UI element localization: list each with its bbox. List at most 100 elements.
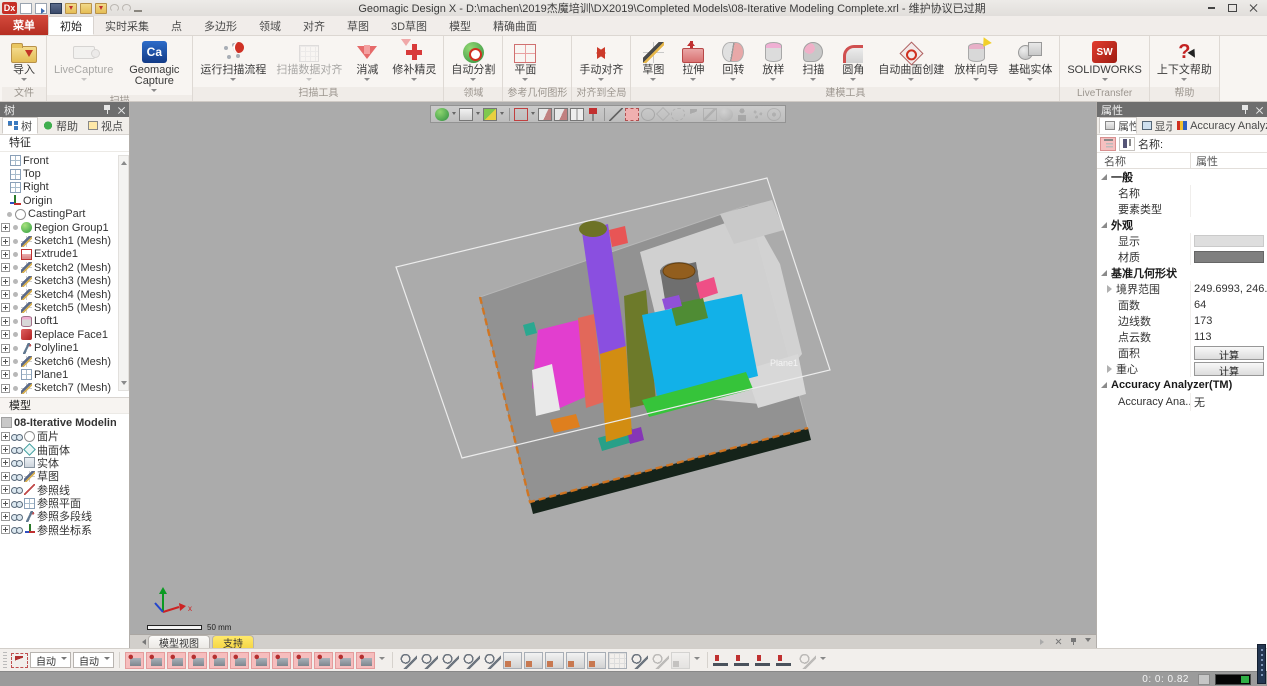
- visibility-eye-icon[interactable]: [11, 433, 23, 440]
- measure-section-icon[interactable]: [776, 652, 795, 669]
- tree-item[interactable]: Plane1: [1, 368, 116, 381]
- section-tool-icon[interactable]: [314, 652, 333, 669]
- rotate-view-icon[interactable]: [629, 652, 648, 669]
- material-swatch[interactable]: [1194, 251, 1264, 263]
- expand-icon[interactable]: [1, 250, 10, 259]
- property-value[interactable]: 113: [1190, 329, 1267, 345]
- tree-item[interactable]: Loft1: [1, 315, 116, 328]
- tree-item[interactable]: 面片: [1, 429, 116, 442]
- save-icon[interactable]: [50, 3, 62, 14]
- context-help-button[interactable]: ? 上下文帮助: [1152, 37, 1217, 87]
- measure-angle-icon[interactable]: [734, 652, 753, 669]
- visibility-dot-icon[interactable]: [7, 212, 12, 217]
- expand-icon[interactable]: [1, 499, 10, 508]
- property-row[interactable]: 点云数113: [1097, 329, 1267, 345]
- zoom-selection-icon[interactable]: [461, 652, 480, 669]
- mesh-doctor-button[interactable]: 修补精灵: [387, 37, 441, 87]
- dropdown-caret-icon[interactable]: [531, 112, 535, 117]
- tree-item[interactable]: Replace Face1: [1, 328, 116, 341]
- snap-mode-dropdown[interactable]: 自动: [73, 652, 114, 668]
- loft-wizard-button[interactable]: 放样向导: [949, 37, 1003, 87]
- tab-viewpoint[interactable]: 视点: [83, 117, 128, 134]
- tab-help[interactable]: 帮助: [38, 117, 83, 134]
- property-value[interactable]: [1190, 185, 1267, 201]
- sort-category-button[interactable]: [1100, 137, 1116, 151]
- tree-item[interactable]: Sketch3 (Mesh): [1, 275, 116, 288]
- expand-icon[interactable]: [1, 357, 10, 366]
- visibility-dot-icon[interactable]: [13, 265, 18, 270]
- more-tools-icon[interactable]: [379, 657, 385, 663]
- visibility-eye-icon[interactable]: [11, 513, 23, 520]
- visibility-dot-icon[interactable]: [13, 346, 18, 351]
- tree-item[interactable]: 参照多段线: [1, 510, 116, 523]
- calculate-centroid-button[interactable]: 计算: [1194, 362, 1264, 376]
- close-button[interactable]: [1244, 2, 1263, 15]
- visibility-dot-icon[interactable]: [13, 305, 18, 310]
- tree-item[interactable]: Right: [1, 181, 116, 194]
- expand-icon[interactable]: [1, 445, 10, 454]
- view-left-icon[interactable]: [545, 652, 564, 669]
- expand-icon[interactable]: [1, 458, 10, 467]
- expand-icon[interactable]: [1, 263, 10, 272]
- minimize-button[interactable]: [1202, 2, 1221, 15]
- import-button[interactable]: 导入: [4, 37, 44, 87]
- visibility-dot-icon[interactable]: [13, 372, 18, 377]
- tab-scroll-left-button[interactable]: [136, 636, 148, 648]
- pin-view-icon[interactable]: [586, 108, 600, 121]
- measure-radius-icon[interactable]: [755, 652, 774, 669]
- open-document-icon[interactable]: [35, 3, 47, 14]
- expand-icon[interactable]: [1, 303, 10, 312]
- tree-item[interactable]: Sketch6 (Mesh): [1, 355, 116, 368]
- more-measure-icon[interactable]: [820, 657, 826, 663]
- expand-icon[interactable]: [1, 525, 10, 534]
- measure-distance-icon[interactable]: [713, 652, 732, 669]
- visibility-dot-icon[interactable]: [13, 386, 18, 391]
- expand-icon[interactable]: [1, 512, 10, 521]
- split-view-icon[interactable]: [570, 108, 584, 121]
- model-canvas[interactable]: Plane1 x: [130, 102, 1096, 634]
- sweep-button[interactable]: 扫描: [793, 37, 833, 87]
- tab-exact-surface[interactable]: 精确曲面: [482, 16, 548, 35]
- property-group[interactable]: 外观: [1097, 217, 1267, 233]
- region-red-top[interactable]: [609, 226, 628, 247]
- close-panel-icon[interactable]: [1255, 106, 1263, 114]
- view-right-icon[interactable]: [566, 652, 585, 669]
- column-name[interactable]: 名称: [1097, 153, 1190, 169]
- property-row[interactable]: 材质: [1097, 249, 1267, 265]
- view-cube-icon[interactable]: [459, 108, 473, 121]
- tab-point[interactable]: 点: [160, 16, 193, 35]
- tab-model[interactable]: 模型: [438, 16, 482, 35]
- tree-scrollbar[interactable]: [118, 155, 129, 391]
- tree-item[interactable]: Top: [1, 167, 116, 180]
- quick-access-more-icon[interactable]: [134, 4, 142, 12]
- model-root-item[interactable]: 08-Iterative Modeling Compl: [1, 416, 116, 429]
- property-row[interactable]: 面数64: [1097, 297, 1267, 313]
- visibility-eye-icon[interactable]: [11, 459, 23, 466]
- expand-icon[interactable]: [1, 472, 10, 481]
- visibility-dot-icon[interactable]: [13, 239, 18, 244]
- pin-icon[interactable]: [103, 105, 111, 114]
- scroll-down-icon[interactable]: [121, 381, 127, 388]
- sketch-tool-icon[interactable]: [251, 652, 270, 669]
- property-row[interactable]: 境界范围249.6993, 246.52...: [1097, 281, 1267, 297]
- segment-tool-icon[interactable]: [125, 652, 144, 669]
- property-value[interactable]: 173: [1190, 313, 1267, 329]
- tree-item[interactable]: 曲面体: [1, 443, 116, 456]
- property-row[interactable]: 重心计算: [1097, 361, 1267, 377]
- property-group[interactable]: Accuracy Analyzer(TM): [1097, 377, 1267, 393]
- property-row[interactable]: 边线数173: [1097, 313, 1267, 329]
- property-value[interactable]: 64: [1190, 297, 1267, 313]
- tab-polygon[interactable]: 多边形: [193, 16, 248, 35]
- surface-fit-tool-icon[interactable]: [188, 652, 207, 669]
- datum-tool-icon[interactable]: [356, 652, 375, 669]
- expand-icon[interactable]: [1, 317, 10, 326]
- dropdown-caret-icon[interactable]: [476, 112, 480, 117]
- manual-align-button[interactable]: 手动对齐: [574, 37, 628, 87]
- property-value[interactable]: [1190, 201, 1267, 217]
- dropdown-caret-icon[interactable]: [500, 112, 504, 117]
- mesh-tool-icon[interactable]: [167, 652, 186, 669]
- tab-pin-button[interactable]: [1067, 636, 1079, 647]
- tab-tree[interactable]: 树: [2, 117, 38, 134]
- tab-region[interactable]: 领域: [248, 16, 292, 35]
- tab-menu-button[interactable]: [1082, 636, 1094, 647]
